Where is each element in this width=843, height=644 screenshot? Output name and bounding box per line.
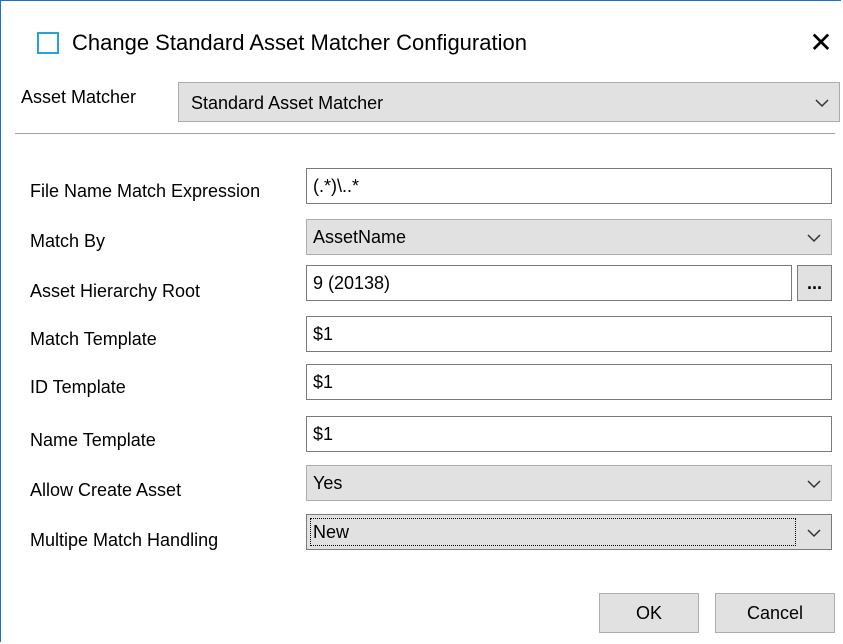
- file-name-match-expression-input[interactable]: [306, 168, 832, 204]
- title-bar: Change Standard Asset Matcher Configurat…: [1, 1, 843, 79]
- browse-button[interactable]: ...: [797, 265, 832, 301]
- window-title: Change Standard Asset Matcher Configurat…: [72, 30, 527, 55]
- asset-matcher-label: Asset Matcher: [21, 87, 137, 107]
- window-icon: [37, 32, 59, 54]
- asset-hierarchy-root-label: Asset Hierarchy Root: [30, 281, 201, 301]
- match-by-select[interactable]: AssetName: [306, 219, 832, 255]
- chevron-down-icon: [807, 529, 821, 538]
- name-template-input[interactable]: [306, 416, 832, 452]
- divider: [15, 133, 835, 134]
- cancel-button[interactable]: Cancel: [715, 593, 835, 633]
- chevron-down-icon: [807, 480, 821, 489]
- name-template-label: Name Template: [30, 430, 156, 450]
- chevron-down-icon: [815, 99, 829, 108]
- asset-matcher-value: Standard Asset Matcher: [191, 93, 384, 113]
- multiple-match-handling-select[interactable]: New: [306, 514, 832, 550]
- match-template-label: Match Template: [30, 329, 157, 349]
- allow-create-asset-label: Allow Create Asset: [30, 480, 182, 500]
- id-template-input[interactable]: [306, 364, 832, 400]
- match-by-value: AssetName: [313, 227, 407, 247]
- id-template-label: ID Template: [30, 377, 126, 397]
- asset-matcher-select[interactable]: Standard Asset Matcher: [178, 82, 840, 122]
- multiple-match-handling-label: Multipe Match Handling: [30, 530, 219, 550]
- ok-button[interactable]: OK: [599, 593, 699, 633]
- allow-create-asset-select[interactable]: Yes: [306, 465, 832, 501]
- file-name-match-expression-label: File Name Match Expression: [30, 181, 261, 201]
- match-by-label: Match By: [30, 231, 106, 251]
- dialog-window: Change Standard Asset Matcher Configurat…: [0, 0, 841, 642]
- allow-create-asset-value: Yes: [313, 473, 343, 493]
- close-icon[interactable]: ✕: [806, 28, 836, 58]
- multiple-match-handling-value: New: [313, 522, 350, 542]
- asset-hierarchy-root-input[interactable]: [306, 265, 792, 301]
- focus-indicator: [310, 518, 796, 546]
- chevron-down-icon: [807, 234, 821, 243]
- match-template-input[interactable]: [306, 316, 832, 352]
